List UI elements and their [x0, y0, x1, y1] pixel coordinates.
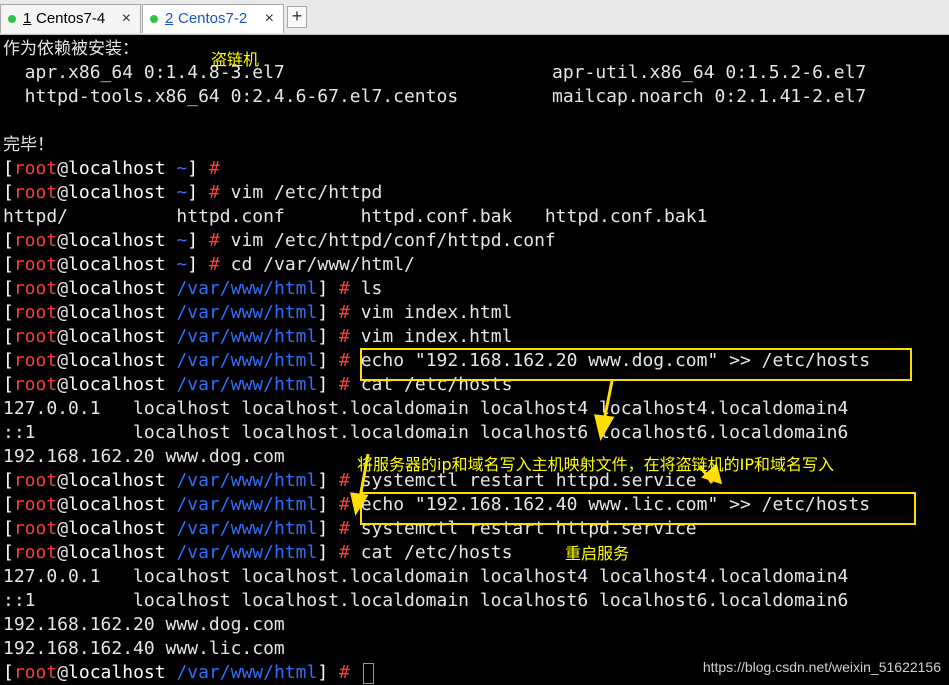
tab-label: Centos7-2	[178, 10, 248, 27]
close-tab-icon[interactable]: ×	[122, 5, 131, 33]
tab-centos7-2[interactable]: 2 Centos7-2 ×	[142, 4, 284, 33]
new-tab-button[interactable]: +	[287, 6, 307, 28]
arrow-icon	[350, 380, 723, 516]
watermark: https://blog.csdn.net/weixin_51622156	[702, 659, 941, 675]
connected-status-icon	[150, 15, 158, 23]
tab-number: 1	[23, 10, 32, 27]
annotation-arrows	[350, 380, 723, 516]
tab-label: Centos7-4	[36, 10, 106, 27]
terminal-output[interactable]: 作为依赖被安装： apr.x86_64 0:1.4.8-3.el7 apr-ut…	[0, 36, 949, 685]
annotation-restart: 重启服务	[565, 544, 630, 563]
tab-bar: 1 Centos7-4 × 2 Centos7-2 × +	[0, 0, 949, 35]
tab-centos7-4[interactable]: 1 Centos7-4 ×	[0, 4, 141, 33]
connected-status-icon	[8, 15, 16, 23]
close-tab-icon[interactable]: ×	[265, 5, 274, 33]
annotation-write-hosts: 将服务器的ip和域名写入主机映射文件，在将盗链机的IP和域名写入	[357, 455, 834, 474]
annotation-hotlink-machine: 盗链机	[211, 50, 260, 69]
tab-number: 2	[165, 10, 174, 27]
